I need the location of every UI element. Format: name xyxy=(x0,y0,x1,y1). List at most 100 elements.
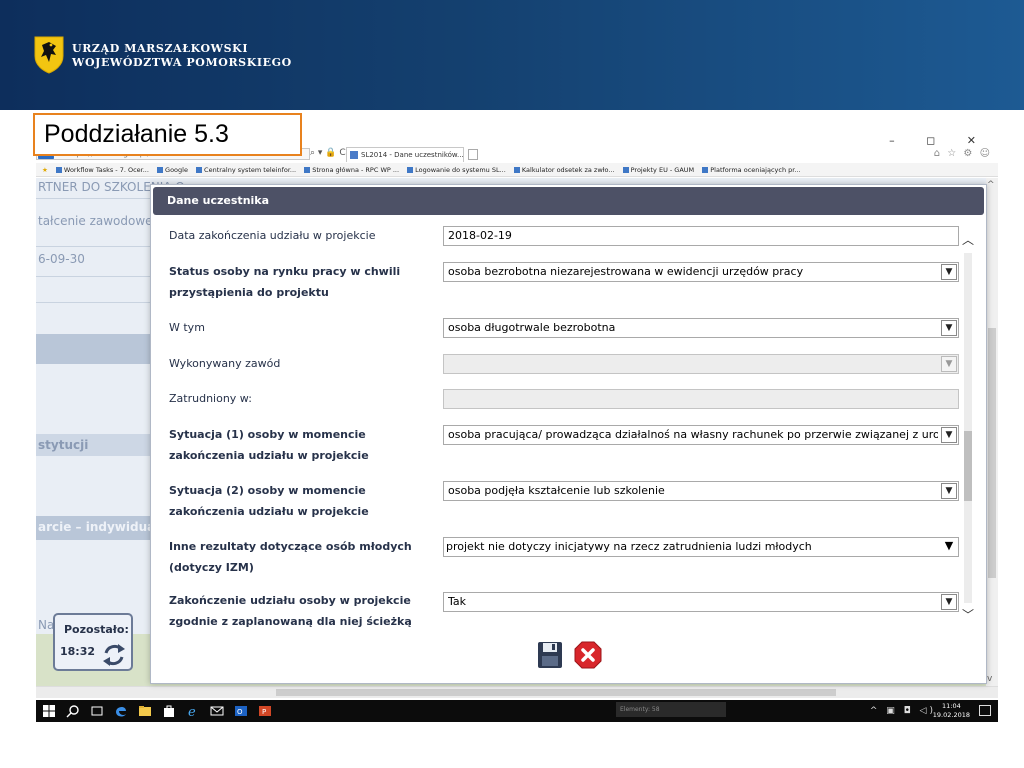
field-value: osoba bezrobotna niezarejestrowana w ewi… xyxy=(448,265,804,278)
favorite-icon xyxy=(55,167,62,173)
field-label: Sytuacja (1) osoby w momencie zakończeni… xyxy=(169,428,369,462)
planned-path-select[interactable]: Tak ▼ xyxy=(443,592,959,612)
end-date-input[interactable]: 2018-02-19 xyxy=(443,226,959,246)
system-tray-icons[interactable]: ^ ▣ ◘ ◁) xyxy=(870,706,936,716)
tab-favicon-icon xyxy=(350,151,358,159)
favorite-item[interactable]: Logowanie do systemu SL... xyxy=(407,163,506,176)
field-value: projekt nie dotyczy inicjatywy na rzecz … xyxy=(446,540,812,553)
task-view-icon[interactable] xyxy=(90,704,104,718)
scroll-up-icon[interactable]: ^ xyxy=(987,180,995,190)
situation-1-select[interactable]: osoba pracująca/ prowadząca działalnoś n… xyxy=(443,425,959,445)
employer-input xyxy=(443,389,959,409)
tab-title: SL2014 - Dane uczestników... xyxy=(361,151,464,159)
field-label: Status osoby na rynku pracy w chwili prz… xyxy=(169,265,401,299)
labour-status-select[interactable]: osoba bezrobotna niezarejestrowana w ewi… xyxy=(443,262,959,282)
chevron-down-icon[interactable]: ▼ xyxy=(941,427,957,443)
field-label: Inne rezultaty dotyczące osób młodych (d… xyxy=(169,540,412,574)
browser-window: – ◻ ✕ https://sl2014.gov.pl/ ⌕ ▾ 🔒 C SL2… xyxy=(36,130,998,722)
svg-text:e: e xyxy=(188,705,196,718)
office-name: URZĄD MARSZAŁKOWSKI WOJEWÓDZTWA POMORSKI… xyxy=(72,42,292,70)
refresh-icon[interactable] xyxy=(101,642,127,668)
subcategory-select[interactable]: osoba długotrwale bezrobotna ▼ xyxy=(443,318,959,338)
browser-tool-icons[interactable]: ⌂ ☆ ⚙ ☺ xyxy=(934,148,992,159)
dialog-title: Dane uczestnika xyxy=(153,187,984,215)
clock-date: 19.02.2018 xyxy=(932,711,970,719)
scrollbar-thumb[interactable] xyxy=(988,328,996,578)
browser-tab-active[interactable]: SL2014 - Dane uczestników... xyxy=(346,147,464,162)
notifications-icon[interactable] xyxy=(979,705,991,716)
favorite-icon xyxy=(196,167,203,173)
slide-root: URZĄD MARSZAŁKOWSKI WOJEWÓDZTWA POMORSKI… xyxy=(0,0,1024,768)
field-value: osoba długotrwale bezrobotna xyxy=(448,321,616,334)
favorite-icon xyxy=(157,167,164,173)
favorite-item[interactable]: Projekty EU - GAUM xyxy=(622,163,694,176)
slide-label: Poddziałanie 5.3 xyxy=(33,113,302,156)
taskbar-status: Elementy: 58 xyxy=(616,702,726,717)
field-label: W tym xyxy=(169,321,205,334)
field-value: 2018-02-19 xyxy=(448,229,512,242)
edge-icon[interactable] xyxy=(114,704,128,718)
horizontal-scrollbar[interactable] xyxy=(36,686,998,698)
favorite-item[interactable]: Kalkulator odsetek za zwło... xyxy=(513,163,615,176)
scroll-down-icon[interactable]: ﹀ xyxy=(962,606,974,623)
mail-icon[interactable] xyxy=(210,704,224,718)
favorite-icon xyxy=(702,167,709,173)
favorite-icon xyxy=(622,167,629,173)
session-timer: Pozostało: 18:32 xyxy=(53,613,133,671)
chevron-down-icon[interactable]: ▼ xyxy=(941,264,957,280)
field-value: osoba podjęła kształcenie lub szkolenie xyxy=(448,484,665,497)
favorite-item[interactable]: Workflow Tasks - 7. Ocer... xyxy=(55,163,149,176)
cancel-icon[interactable] xyxy=(574,641,602,669)
favorite-item[interactable]: Google xyxy=(157,163,188,176)
field-label: Wykonywany zawód xyxy=(169,357,281,370)
field-label: Zakończenie udziału osoby w projekcie zg… xyxy=(169,594,412,628)
field-label: Sytuacja (2) osoby w momencie zakończeni… xyxy=(169,484,369,518)
store-icon[interactable] xyxy=(162,704,176,718)
timer-label: Pozostało: xyxy=(64,623,129,636)
participant-form: Data zakończenia udziału w projekcie 201… xyxy=(151,221,988,633)
favorite-star-icon[interactable]: ★ xyxy=(42,163,48,176)
powerpoint-icon[interactable]: P xyxy=(258,704,272,718)
taskbar-clock[interactable]: 11:04 19.02.2018 xyxy=(933,702,970,720)
favorites-bar: ★ Workflow Tasks - 7. Ocer... Google Cen… xyxy=(36,163,998,177)
windows-start-icon[interactable] xyxy=(42,704,56,718)
taskbar: e O P Elementy: 58 ^ ▣ ◘ ◁) 11:04 19.02.… xyxy=(36,700,998,722)
favorite-item[interactable]: Centralny system teleinfor... xyxy=(196,163,296,176)
address-controls[interactable]: ⌕ ▾ 🔒 C xyxy=(310,148,346,158)
favorite-item[interactable]: Strona główna - RPC WP ... xyxy=(304,163,399,176)
field-label: Data zakończenia udziału w projekcie xyxy=(169,229,376,242)
participant-dialog: Dane uczestnika Data zakończenia udziału… xyxy=(150,184,987,684)
timer-value: 18:32 xyxy=(60,645,96,658)
form-scrollbar-thumb[interactable] xyxy=(964,431,972,501)
scroll-up-icon[interactable]: ︿ xyxy=(962,231,974,248)
situation-2-select[interactable]: osoba podjęła kształcenie lub szkolenie … xyxy=(443,481,959,501)
form-scrollbar[interactable]: ︿ ﹀ xyxy=(961,231,975,623)
svg-text:P: P xyxy=(262,708,266,716)
outlook-icon[interactable]: O xyxy=(234,704,248,718)
scroll-down-icon[interactable]: v xyxy=(987,674,992,684)
svg-text:O: O xyxy=(237,708,243,716)
favorite-icon xyxy=(407,167,414,173)
office-name-line2: WOJEWÓDZTWA POMORSKIEGO xyxy=(72,56,292,69)
chevron-down-icon[interactable]: ▼ xyxy=(941,320,957,336)
occupation-select: ▼ xyxy=(443,354,959,374)
search-icon[interactable] xyxy=(66,704,80,718)
favorite-item[interactable]: Platforma oceniających pr... xyxy=(702,163,801,176)
chevron-down-icon[interactable]: ▼ xyxy=(941,483,957,499)
form-scrollbar-track[interactable] xyxy=(964,253,972,603)
chevron-down-icon[interactable]: ▼ xyxy=(941,539,957,555)
chevron-down-icon: ▼ xyxy=(941,356,957,372)
youth-results-select[interactable]: projekt nie dotyczy inicjatywy na rzecz … xyxy=(443,537,959,557)
file-explorer-icon[interactable] xyxy=(138,704,152,718)
horizontal-scrollbar-thumb[interactable] xyxy=(276,689,836,696)
office-name-line1: URZĄD MARSZAŁKOWSKI xyxy=(72,42,249,55)
favorite-icon xyxy=(304,167,311,173)
internet-explorer-icon[interactable]: e xyxy=(186,704,200,718)
save-icon[interactable] xyxy=(537,641,563,669)
clock-time: 11:04 xyxy=(942,702,961,710)
new-tab-icon[interactable] xyxy=(468,149,478,160)
favorite-icon xyxy=(513,167,520,173)
field-value: osoba pracująca/ prowadząca działalnoś n… xyxy=(448,428,938,441)
header-banner: URZĄD MARSZAŁKOWSKI WOJEWÓDZTWA POMORSKI… xyxy=(0,0,1024,110)
chevron-down-icon[interactable]: ▼ xyxy=(941,594,957,610)
